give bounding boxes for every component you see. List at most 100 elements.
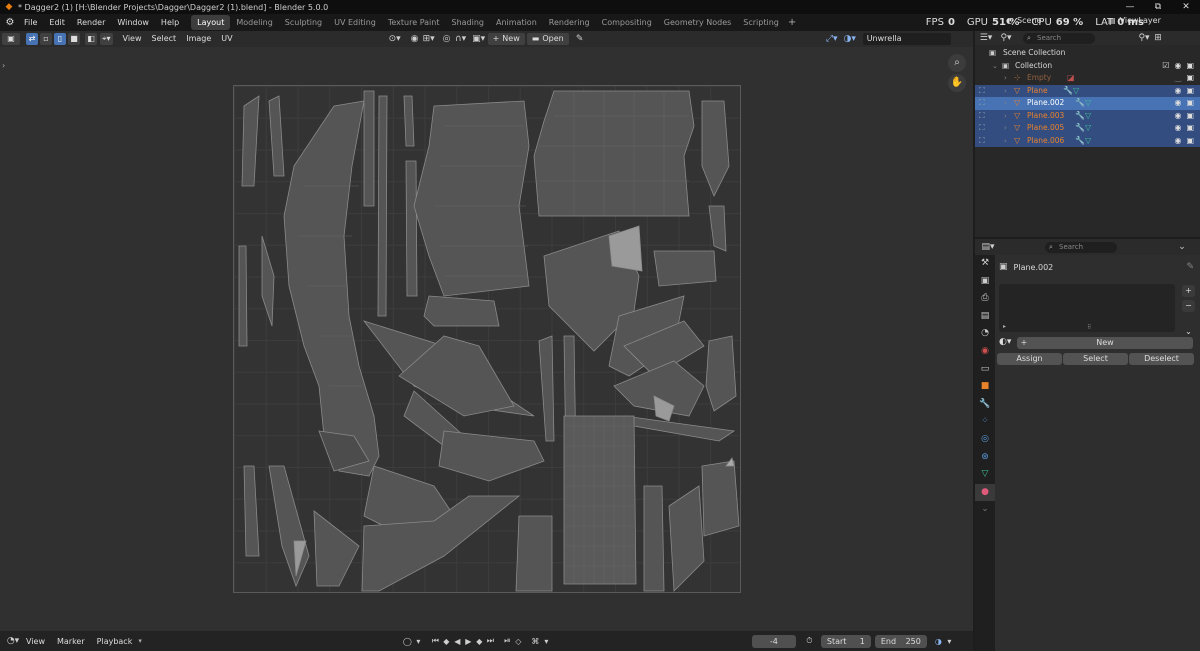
timeline-menu-marker[interactable]: Marker: [51, 637, 91, 646]
render-tab-icon[interactable]: ▣: [975, 273, 995, 291]
pin-icon[interactable]: ✎: [573, 31, 587, 47]
tree-row-plane-002[interactable]: ⛶ › ▽ Plane.002 🔧 ▽ ◉ ▣: [975, 97, 1200, 110]
maximize-button[interactable]: ⧉: [1144, 0, 1172, 14]
select-button[interactable]: Select: [1063, 353, 1128, 365]
tab-uv-editing[interactable]: UV Editing: [328, 15, 382, 30]
tab-animation[interactable]: Animation: [490, 15, 543, 30]
tab-scripting[interactable]: Scripting: [737, 15, 785, 30]
menu-view[interactable]: View: [118, 31, 147, 47]
modifier-tab-icon[interactable]: 🔧: [975, 396, 995, 414]
constraints-tab-icon[interactable]: ⊛: [975, 449, 995, 467]
remove-slot-button[interactable]: −: [1182, 300, 1195, 312]
pivot-icon[interactable]: ⊙▾: [388, 31, 402, 47]
pin-icon[interactable]: ✎: [1186, 262, 1194, 272]
add-slot-button[interactable]: +: [1182, 285, 1195, 297]
snap-icon[interactable]: ◉: [408, 31, 422, 47]
physics-tab-icon[interactable]: ◎: [975, 431, 995, 449]
use-preview-range-icon[interactable]: ⏱: [804, 636, 815, 646]
blender-logo-icon[interactable]: ⚙: [2, 17, 18, 28]
keying-set-menu-icon[interactable]: ▾: [541, 637, 552, 646]
vertex-select-icon[interactable]: ▫: [40, 33, 52, 45]
gizmo-icon[interactable]: ⤢▾: [825, 31, 839, 47]
menu-help[interactable]: Help: [155, 14, 185, 31]
zoom-icon[interactable]: ⌕: [948, 54, 966, 72]
menu-image[interactable]: Image: [181, 31, 216, 47]
assign-button[interactable]: Assign: [997, 353, 1062, 365]
tab-shading[interactable]: Shading: [445, 15, 490, 30]
filter-icon[interactable]: ⚲▾: [1137, 30, 1151, 46]
tab-modeling[interactable]: Modeling: [230, 15, 278, 30]
menu-window[interactable]: Window: [111, 14, 155, 31]
menu-file[interactable]: File: [18, 14, 43, 31]
tab-texture-paint[interactable]: Texture Paint: [382, 15, 446, 30]
start-frame-field[interactable]: Start 1: [820, 634, 871, 648]
play-icon[interactable]: ▶: [463, 637, 474, 646]
new-image-button[interactable]: + New: [487, 33, 525, 45]
timeline-menu-playback[interactable]: Playback: [91, 637, 139, 646]
output-tab-icon[interactable]: ⎙: [975, 290, 995, 308]
properties-search-input[interactable]: ⌕ Search: [1045, 241, 1117, 253]
world-tab-icon[interactable]: ◉: [975, 343, 995, 361]
snap-target-icon[interactable]: ⊞▾: [422, 31, 436, 47]
material-tab-icon[interactable]: ●: [975, 483, 995, 502]
tab-layout[interactable]: Layout: [191, 15, 231, 30]
collection-tab-icon[interactable]: ▭: [975, 361, 995, 379]
end-frame-field[interactable]: End 250: [874, 634, 927, 648]
tree-row-empty[interactable]: › ⊹ Empty ◪ ‿ ▣: [975, 72, 1200, 85]
outliner-editor-icon[interactable]: ☰▾: [979, 30, 993, 46]
tab-sculpting[interactable]: Sculpting: [279, 15, 328, 30]
tab-rendering[interactable]: Rendering: [543, 15, 596, 30]
sidebar-toggle-icon[interactable]: ›: [2, 61, 5, 70]
tab-geometry-nodes[interactable]: Geometry Nodes: [658, 15, 737, 30]
properties-options-icon[interactable]: ⌄: [1175, 239, 1189, 255]
outliner-search-input[interactable]: ⌕ Search: [1023, 32, 1095, 44]
image-browse-icon[interactable]: ▣▾: [472, 31, 486, 47]
close-button[interactable]: ✕: [1172, 0, 1200, 14]
material-browse-icon[interactable]: ◐▾: [999, 337, 1011, 347]
island-select-icon[interactable]: ◧: [85, 33, 97, 45]
chevron-down-icon[interactable]: ▾: [138, 637, 142, 645]
uv-map-name-field[interactable]: Unwrella: [862, 33, 951, 45]
editor-type-icon[interactable]: ▣: [2, 33, 20, 45]
timeline-editor-icon[interactable]: ◔▾: [6, 633, 20, 649]
tree-row-scene-collection[interactable]: ▣ Scene Collection: [975, 47, 1200, 60]
keying-set-icon[interactable]: ⌘: [530, 637, 541, 646]
uv-canvas[interactable]: › ⌕ ✋: [0, 47, 973, 631]
pan-hand-icon[interactable]: ✋: [948, 74, 966, 92]
new-collection-icon[interactable]: ⊞: [1151, 30, 1165, 46]
menu-render[interactable]: Render: [71, 14, 111, 31]
scene-tab-icon[interactable]: ◔: [975, 325, 995, 343]
more-tabs-icon[interactable]: ⌄: [975, 501, 995, 519]
timeline-menu-view[interactable]: View: [20, 637, 51, 646]
sticky-select-icon[interactable]: ⌖▾: [100, 33, 113, 45]
auto-key-icon[interactable]: ◯: [402, 637, 413, 646]
properties-editor-icon[interactable]: ▤▾: [981, 239, 995, 255]
display-mode-icon[interactable]: ⚲▾: [999, 30, 1013, 46]
overlay-icon[interactable]: ◑▾: [843, 31, 857, 47]
proportional-edit-icon[interactable]: ◎: [440, 31, 454, 47]
tree-row-collection[interactable]: ⌄ ▣ Collection ☑ ◉ ▣: [975, 60, 1200, 73]
tree-row-plane-006[interactable]: ⛶ › ▽ Plane.006 🔧 ▽ ◉ ▣: [975, 134, 1200, 147]
prev-keyframe-icon[interactable]: ◆: [441, 637, 452, 646]
menu-select[interactable]: Select: [147, 31, 182, 47]
particles-tab-icon[interactable]: ⁘: [975, 413, 995, 431]
keyframe-delete-icon[interactable]: ◇: [513, 637, 524, 646]
falloff-icon[interactable]: ∩▾: [454, 31, 468, 47]
menu-edit[interactable]: Edit: [43, 14, 71, 31]
jump-start-icon[interactable]: ⏮: [430, 636, 441, 646]
jump-end-icon[interactable]: ⏭: [485, 636, 496, 646]
deselect-button[interactable]: Deselect: [1129, 353, 1194, 365]
menu-uv[interactable]: UV: [216, 31, 237, 47]
view-layer-tab-icon[interactable]: ▤: [975, 308, 995, 326]
current-frame-field[interactable]: -4: [751, 634, 796, 648]
open-image-button[interactable]: ▬ Open: [526, 33, 569, 45]
edge-select-icon[interactable]: ▯: [54, 33, 66, 45]
keyframe-insert-icon[interactable]: ⏯: [502, 636, 513, 646]
timeline-view-menu-icon[interactable]: ▾: [944, 637, 955, 646]
new-material-button[interactable]: + New: [1017, 337, 1193, 349]
tree-row-plane[interactable]: ⛶ › ▽ Plane 🔧 ▽ ◉ ▣: [975, 84, 1200, 97]
keying-menu-icon[interactable]: ▾: [413, 637, 424, 646]
face-select-icon[interactable]: ■: [68, 33, 80, 45]
next-keyframe-icon[interactable]: ◆: [474, 637, 485, 646]
material-slot-list[interactable]: ▸ ⠿: [999, 284, 1175, 332]
